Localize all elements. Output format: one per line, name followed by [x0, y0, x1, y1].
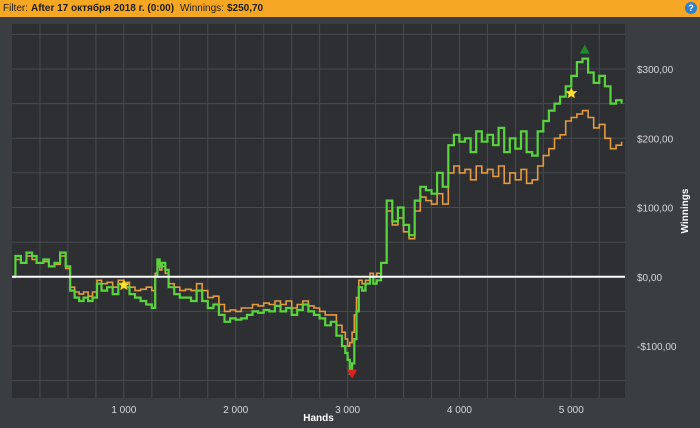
x-tick-label: 3 000: [335, 405, 360, 416]
x-tick-label: 2 000: [223, 405, 248, 416]
filter-label: Filter:: [3, 3, 28, 14]
x-axis-label: Hands: [303, 413, 334, 423]
x-tick-label: 1 000: [111, 405, 136, 416]
y-tick-label: $200,00: [637, 134, 674, 145]
filter-bar: Filter: After 17 октября 2018 г. (0:00) …: [0, 0, 700, 17]
x-tick-label: 4 000: [447, 405, 472, 416]
filter-value[interactable]: After 17 октября 2018 г. (0:00): [31, 3, 174, 14]
chart-svg: 1 000 2 000 3 000 4 000 5 000 $300,00 $200,00 $…: [12, 24, 691, 424]
help-icon[interactable]: ?: [685, 2, 697, 14]
x-tick-label: 5 000: [559, 405, 584, 416]
y-tick-label: $300,00: [637, 65, 674, 76]
y-tick-label: $0,00: [637, 273, 662, 284]
winnings-value: $250,70: [226, 3, 264, 14]
y-axis-label: Winnings: [680, 188, 691, 233]
y-tick-label: -$100,00: [637, 342, 677, 353]
winnings-label: Winnings:: [180, 3, 224, 14]
y-tick-label: $100,00: [637, 204, 674, 215]
plot-area: [12, 24, 625, 398]
winnings-chart: 1 000 2 000 3 000 4 000 5 000 $300,00 $200,00 $…: [0, 17, 700, 424]
